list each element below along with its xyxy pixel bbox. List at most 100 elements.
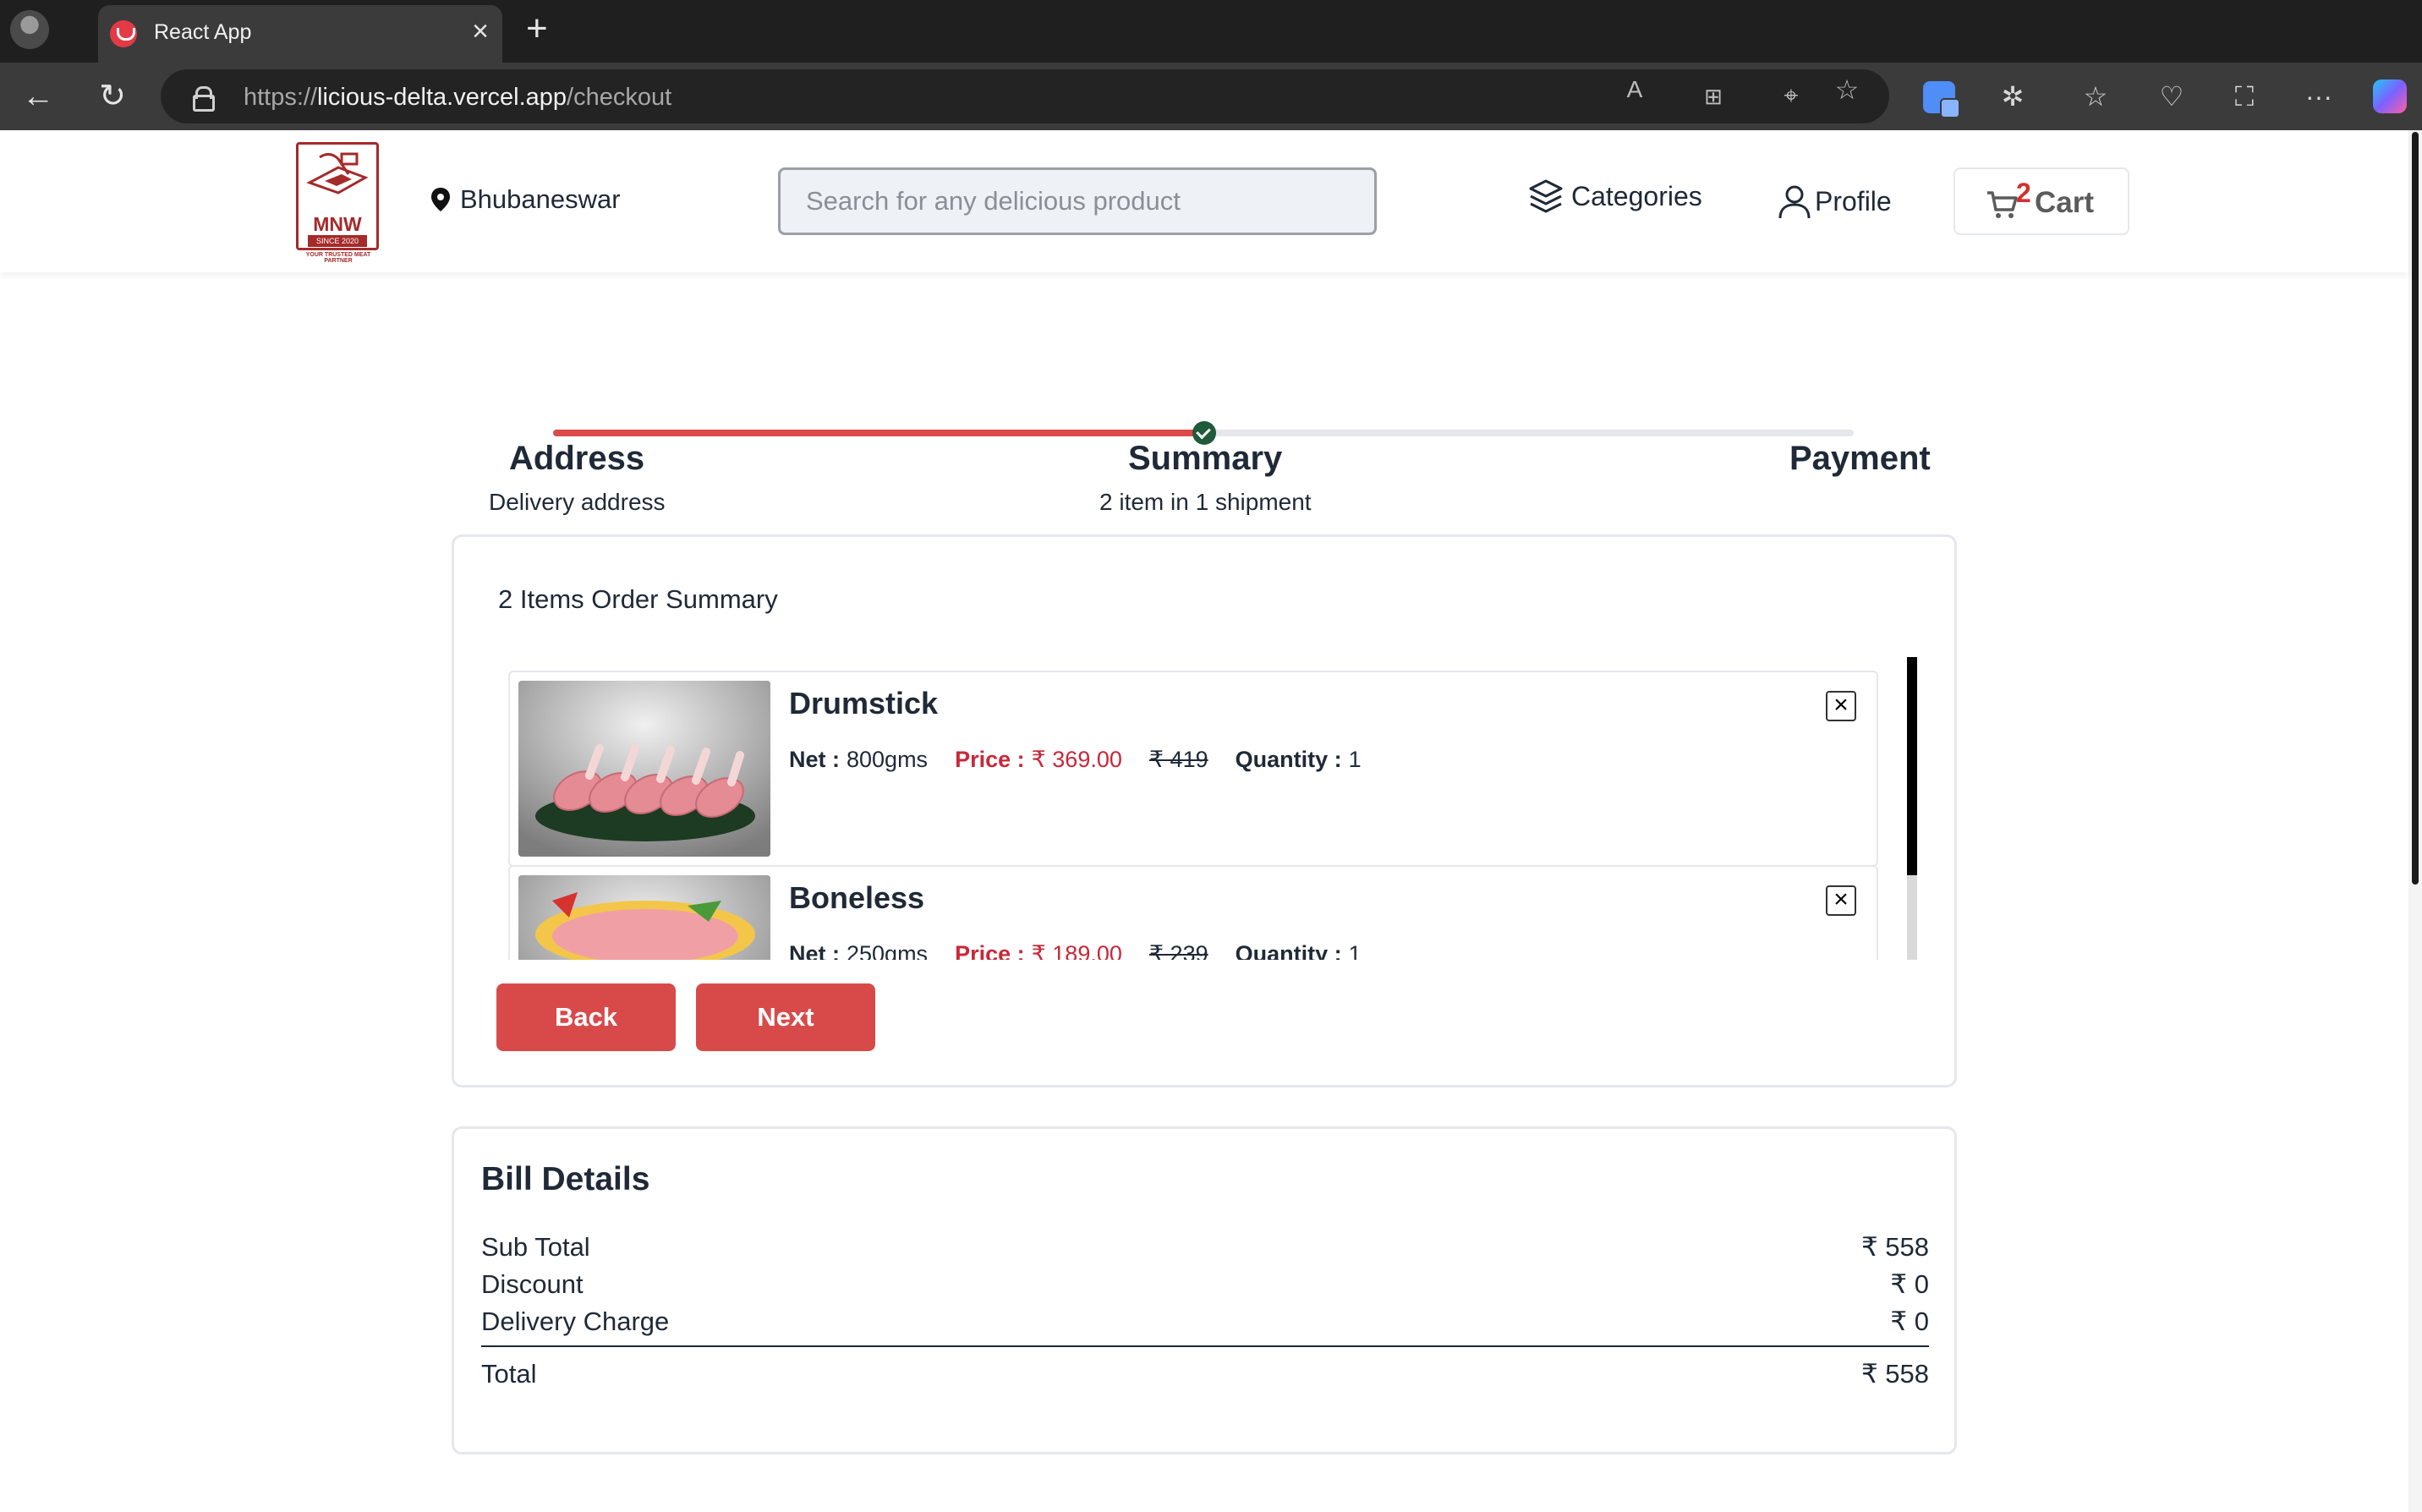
location-label: Bhubaneswar	[460, 184, 621, 214]
butcher-board-icon	[306, 152, 369, 194]
browser-essentials-icon[interactable]: ♡	[2153, 78, 2190, 115]
url-path: /checkout	[567, 84, 672, 111]
extension-blue-icon[interactable]	[1923, 81, 1960, 118]
item-quantity-value: 1	[1348, 941, 1362, 960]
favorite-star-icon[interactable]: ☆	[1832, 74, 1862, 105]
new-tab-icon[interactable]: +	[526, 10, 548, 47]
bill-details-card: Bill Details Sub Total ₹ 558 Discount ₹ …	[452, 1126, 1957, 1454]
item-mrp-value: ₹ 419	[1148, 747, 1208, 772]
lock-icon[interactable]	[193, 86, 215, 112]
step-title-address[interactable]: Address	[509, 440, 644, 478]
order-item: Drumstick Net : 800gms Price : ₹ 369.00 …	[508, 671, 1878, 867]
remove-item-close-icon[interactable]: ×	[1826, 885, 1856, 916]
brand-logo[interactable]: MNW SINCE 2020 YOUR TRUSTED MEAT PARTNER	[293, 140, 384, 264]
logo-tagline: YOUR TRUSTED MEAT PARTNER	[305, 252, 371, 264]
item-net-label: Net :	[789, 747, 840, 772]
item-meta: Net : 800gms Price : ₹ 369.00 ₹ 419 Quan…	[789, 747, 1362, 773]
shopping-cart-icon	[1987, 191, 2018, 218]
item-price-value: ₹ 189.00	[1031, 941, 1122, 960]
order-items-list[interactable]: Drumstick Net : 800gms Price : ₹ 369.00 …	[508, 657, 1909, 960]
profile-label: Profile	[1815, 185, 1892, 216]
more-options-icon[interactable]: ···	[2300, 78, 2337, 115]
bill-total-label: Total	[481, 1359, 537, 1389]
bill-divider	[481, 1345, 1929, 1347]
browser-tab-bar: React App × +	[0, 0, 2422, 63]
site-header: MNW SINCE 2020 YOUR TRUSTED MEAT PARTNER…	[0, 130, 2408, 272]
app-available-icon[interactable]: ⊞	[1698, 81, 1729, 112]
order-summary-heading: 2 Items Order Summary	[498, 584, 778, 614]
bill-details-title: Bill Details	[481, 1161, 650, 1197]
bill-row-total: Total ₹ 558	[481, 1359, 1929, 1389]
back-button[interactable]: Back	[496, 983, 676, 1051]
react-app-favicon-icon	[110, 20, 137, 47]
cart-label: Cart	[2035, 186, 2095, 219]
drumstick-photo	[518, 681, 770, 857]
item-net-value: 800gms	[847, 747, 929, 772]
cart-count-badge: 2	[2016, 178, 2031, 208]
stepper-progress-complete	[553, 430, 1204, 436]
step-title-summary[interactable]: Summary	[1128, 440, 1282, 478]
categories-link[interactable]: Categories	[1527, 171, 1702, 222]
extensions-puzzle-icon[interactable]: ✲	[1994, 78, 2031, 115]
item-quantity-label: Quantity :	[1235, 941, 1342, 960]
back-arrow-icon[interactable]: ←	[19, 78, 58, 117]
bill-row-value: ₹ 0	[1890, 1269, 1929, 1299]
location-selector[interactable]: Bhubaneswar	[430, 184, 621, 215]
stepper-progress-remaining	[1209, 430, 1854, 436]
item-image-boneless	[518, 875, 770, 960]
browser-tab-active[interactable]: React App ×	[98, 5, 502, 63]
logo-text: MNW	[313, 213, 362, 235]
tab-close-icon[interactable]: ×	[472, 17, 489, 46]
item-name: Boneless	[789, 880, 925, 915]
favorites-icon[interactable]: ☆	[2077, 78, 2114, 115]
map-pin-icon	[431, 188, 450, 211]
item-quantity-value: 1	[1348, 747, 1362, 772]
item-net-value: 250gms	[847, 941, 929, 960]
location-permission-icon[interactable]: ⌖	[1776, 81, 1806, 112]
item-meta: Net : 250gms Price : ₹ 189.00 ₹ 239 Quan…	[789, 941, 1362, 960]
item-mrp-value: ₹ 239	[1148, 941, 1208, 960]
items-scrollbar-thumb[interactable]	[1907, 657, 1917, 875]
url-scheme: https://	[244, 84, 318, 111]
page-scrollbar-thumb[interactable]	[2412, 132, 2419, 885]
item-image-drumstick	[518, 681, 770, 857]
screenshot-icon[interactable]: ⛶	[2226, 78, 2263, 115]
bill-row-subtotal: Sub Total ₹ 558	[481, 1232, 1929, 1263]
categories-label: Categories	[1571, 180, 1702, 211]
remove-item-close-icon[interactable]: ×	[1826, 691, 1856, 721]
item-price-label: Price :	[955, 747, 1025, 772]
read-aloud-icon[interactable]: A	[1619, 74, 1650, 105]
bill-row-label: Discount	[481, 1269, 584, 1299]
browser-toolbar: ← ↻ https://licious-delta.vercel.app/che…	[0, 63, 2422, 130]
step-subtitle-summary: 2 item in 1 shipment	[1099, 489, 1312, 515]
profile-link[interactable]: Profile	[1776, 176, 1892, 227]
bill-row-value: ₹ 558	[1860, 1232, 1929, 1262]
item-price-label: Price :	[955, 941, 1025, 960]
item-net-label: Net :	[789, 941, 840, 960]
bill-row-value: ₹ 0	[1890, 1307, 1929, 1336]
next-button[interactable]: Next	[696, 983, 875, 1051]
item-quantity-label: Quantity :	[1235, 747, 1342, 772]
step-title-payment[interactable]: Payment	[1789, 440, 1931, 478]
bill-row-discount: Discount ₹ 0	[481, 1269, 1929, 1300]
search-input[interactable]	[778, 167, 1377, 235]
bill-row-label: Sub Total	[481, 1232, 590, 1262]
order-item: Boneless Net : 250gms Price : ₹ 189.00 ₹…	[508, 865, 1878, 960]
boneless-photo	[518, 875, 770, 960]
bill-total-value: ₹ 558	[1860, 1359, 1929, 1389]
copilot-icon[interactable]	[2373, 79, 2407, 113]
bill-row-label: Delivery Charge	[481, 1307, 670, 1336]
order-summary-card: 2 Items Order Summary Drumstick Net: 80…	[452, 534, 1957, 1087]
logo-since: SINCE 2020	[308, 235, 367, 247]
url-host: licious-delta.vercel.app	[317, 84, 567, 111]
tab-title: React App	[154, 20, 252, 44]
reload-icon[interactable]: ↻	[93, 78, 132, 117]
step-subtitle-address: Delivery address	[489, 489, 666, 515]
item-name: Drumstick	[789, 686, 939, 720]
bill-row-delivery-charge: Delivery Charge ₹ 0	[481, 1307, 1929, 1337]
cart-button[interactable]: 2 Cart	[1953, 167, 2129, 235]
url-text[interactable]: https://licious-delta.vercel.app/checkou…	[244, 84, 671, 112]
user-icon	[1778, 185, 1811, 219]
browser-profile-avatar[interactable]	[10, 10, 49, 49]
item-price-value: ₹ 369.00	[1031, 747, 1122, 772]
